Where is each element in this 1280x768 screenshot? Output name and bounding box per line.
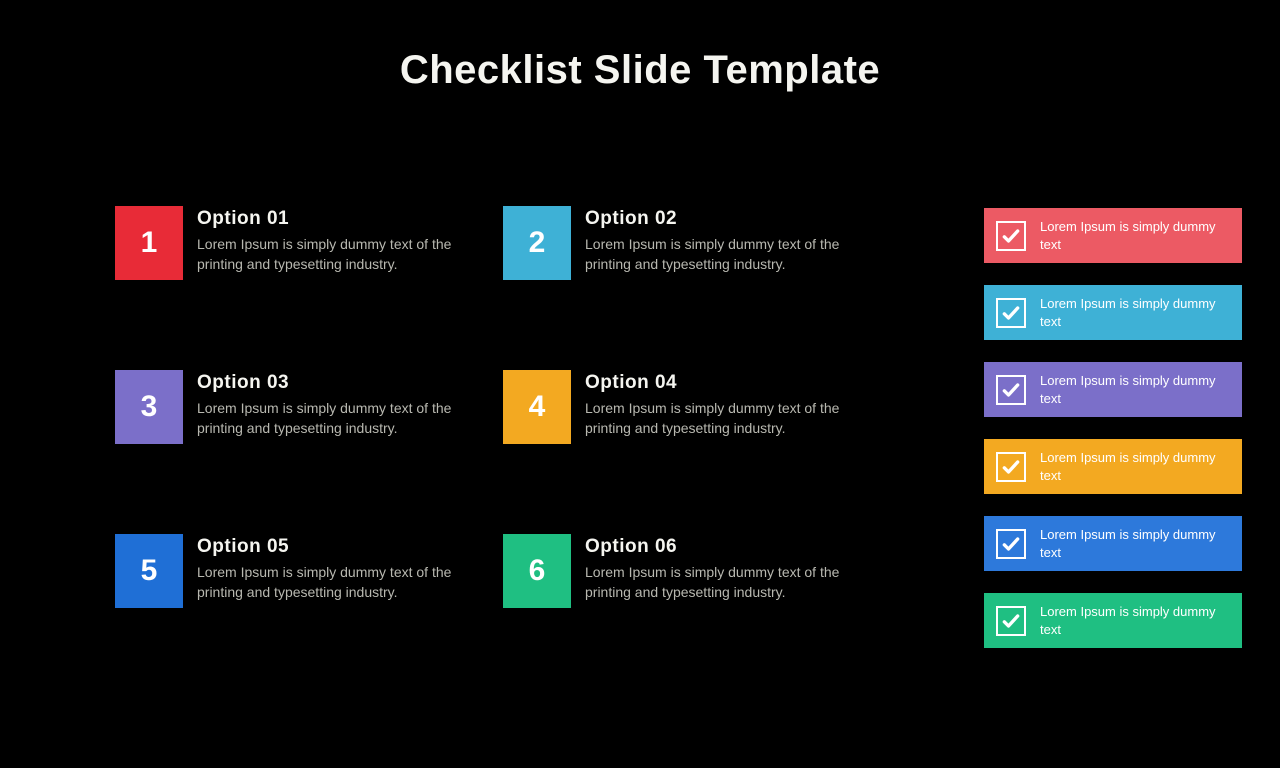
checklist-item-5: Lorem Ipsum is simply dummy text (984, 516, 1242, 571)
option-desc: Lorem Ipsum is simply dummy text of the … (197, 562, 477, 603)
content-area: 1 Option 01 Lorem Ipsum is simply dummy … (115, 206, 1280, 608)
check-icon (996, 452, 1026, 482)
option-5: 5 Option 05 Lorem Ipsum is simply dummy … (115, 534, 485, 608)
option-number-box: 1 (115, 206, 183, 280)
checklist-item-6: Lorem Ipsum is simply dummy text (984, 593, 1242, 648)
option-4: 4 Option 04 Lorem Ipsum is simply dummy … (503, 370, 873, 444)
option-desc: Lorem Ipsum is simply dummy text of the … (585, 398, 865, 439)
option-title: Option 06 (585, 536, 865, 558)
option-number-box: 2 (503, 206, 571, 280)
option-text: Option 02 Lorem Ipsum is simply dummy te… (585, 206, 865, 275)
option-text: Option 04 Lorem Ipsum is simply dummy te… (585, 370, 865, 439)
option-text: Option 03 Lorem Ipsum is simply dummy te… (197, 370, 477, 439)
check-icon (996, 221, 1026, 251)
checklist-text: Lorem Ipsum is simply dummy text (1040, 449, 1230, 484)
check-icon (996, 375, 1026, 405)
option-title: Option 04 (585, 372, 865, 394)
option-title: Option 02 (585, 208, 865, 230)
option-number-box: 6 (503, 534, 571, 608)
checklist-text: Lorem Ipsum is simply dummy text (1040, 295, 1230, 330)
option-desc: Lorem Ipsum is simply dummy text of the … (585, 234, 865, 275)
option-number-box: 4 (503, 370, 571, 444)
option-desc: Lorem Ipsum is simply dummy text of the … (585, 562, 865, 603)
checklist-text: Lorem Ipsum is simply dummy text (1040, 218, 1230, 253)
option-2: 2 Option 02 Lorem Ipsum is simply dummy … (503, 206, 873, 280)
checklist-item-1: Lorem Ipsum is simply dummy text (984, 208, 1242, 263)
options-grid: 1 Option 01 Lorem Ipsum is simply dummy … (115, 206, 873, 608)
page-title: Checklist Slide Template (0, 48, 1280, 93)
checklist-item-4: Lorem Ipsum is simply dummy text (984, 439, 1242, 494)
checklist-text: Lorem Ipsum is simply dummy text (1040, 526, 1230, 561)
option-text: Option 06 Lorem Ipsum is simply dummy te… (585, 534, 865, 603)
check-icon (996, 529, 1026, 559)
option-text: Option 05 Lorem Ipsum is simply dummy te… (197, 534, 477, 603)
option-number-box: 3 (115, 370, 183, 444)
checklist-text: Lorem Ipsum is simply dummy text (1040, 372, 1230, 407)
option-title: Option 05 (197, 536, 477, 558)
checklist-item-3: Lorem Ipsum is simply dummy text (984, 362, 1242, 417)
option-text: Option 01 Lorem Ipsum is simply dummy te… (197, 206, 477, 275)
option-6: 6 Option 06 Lorem Ipsum is simply dummy … (503, 534, 873, 608)
checklist-item-2: Lorem Ipsum is simply dummy text (984, 285, 1242, 340)
option-title: Option 01 (197, 208, 477, 230)
checklist-text: Lorem Ipsum is simply dummy text (1040, 603, 1230, 638)
option-number-box: 5 (115, 534, 183, 608)
option-desc: Lorem Ipsum is simply dummy text of the … (197, 234, 477, 275)
check-icon (996, 606, 1026, 636)
option-title: Option 03 (197, 372, 477, 394)
check-icon (996, 298, 1026, 328)
option-1: 1 Option 01 Lorem Ipsum is simply dummy … (115, 206, 485, 280)
checklist: Lorem Ipsum is simply dummy text Lorem I… (984, 208, 1242, 648)
option-desc: Lorem Ipsum is simply dummy text of the … (197, 398, 477, 439)
option-3: 3 Option 03 Lorem Ipsum is simply dummy … (115, 370, 485, 444)
